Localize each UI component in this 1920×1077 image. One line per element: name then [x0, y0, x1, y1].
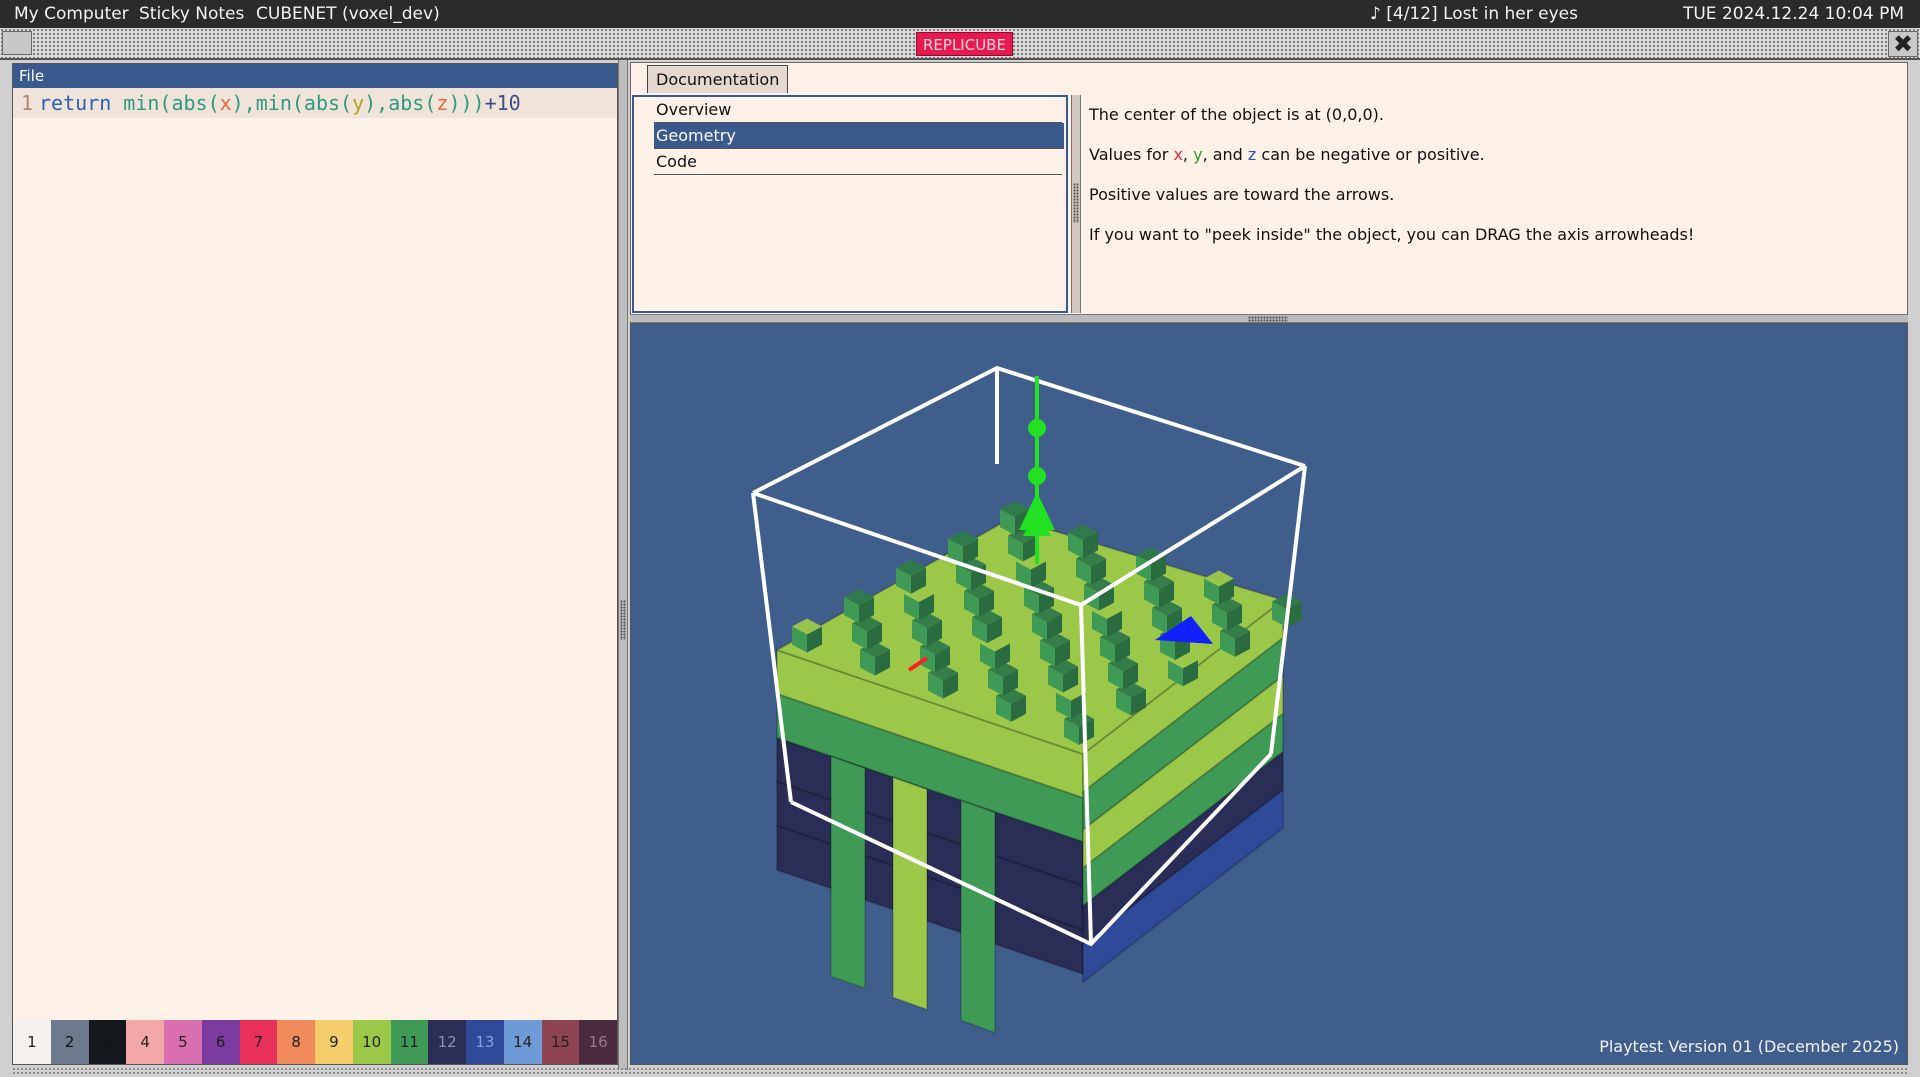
window-title-bar[interactable]: REPLICUBE ✖: [0, 28, 1920, 60]
window-title: REPLICUBE: [916, 32, 1013, 56]
code-token: +10: [484, 91, 521, 115]
voxel-scene[interactable]: [631, 324, 1908, 1065]
close-icon[interactable]: ✖: [1888, 31, 1918, 57]
3d-viewport[interactable]: Playtest Version 01 (December 2025): [630, 323, 1908, 1065]
palette-swatch-7[interactable]: 7: [239, 1020, 278, 1064]
palette-swatch-11[interactable]: 11: [390, 1020, 429, 1064]
palette-swatch-3[interactable]: 3: [88, 1020, 127, 1064]
palette-swatch-4[interactable]: 4: [126, 1020, 164, 1064]
menu-my-computer[interactable]: My Computer: [14, 4, 129, 24]
version-label: Playtest Version 01 (December 2025): [1599, 1037, 1899, 1056]
doc-content: The center of the object is at (0,0,0). …: [1083, 95, 1907, 313]
color-palette: 1 2 3 4 5 6 7 8 9 10 11 12 13 14 15 16: [13, 1020, 617, 1064]
code-var-y: y: [352, 91, 365, 115]
file-menu[interactable]: File: [13, 64, 617, 88]
voxel-left-stripe: [892, 776, 928, 1011]
clock: TUE 2024.12.24 10:04 PM: [1682, 4, 1904, 24]
voxel-left-stripe: [830, 754, 866, 990]
code-token: ),min(abs(: [231, 91, 353, 115]
tab-documentation[interactable]: Documentation: [647, 65, 789, 93]
window-menu-box[interactable]: [2, 31, 32, 55]
code-line[interactable]: 1 return min(abs(x),min(abs(y),abs(z)))+1…: [13, 88, 617, 118]
voxel-left-stripe: [960, 799, 996, 1034]
menu-sticky-notes[interactable]: Sticky Notes: [139, 4, 244, 24]
palette-swatch-1[interactable]: 1: [13, 1020, 51, 1064]
menu-cubenet[interactable]: CUBENET (voxel_dev): [256, 4, 440, 24]
code-var-x: x: [219, 91, 232, 115]
doc-text-span: can be negative or positive.: [1256, 145, 1485, 164]
palette-swatch-13[interactable]: 13: [466, 1020, 504, 1064]
palette-swatch-6[interactable]: 6: [201, 1020, 240, 1064]
code-var-z: z: [436, 91, 449, 115]
now-playing[interactable]: ♪ [4/12] Lost in her eyes: [1370, 4, 1578, 24]
splitter-grip[interactable]: [620, 600, 626, 640]
doc-topic-geometry[interactable]: Geometry: [654, 123, 1064, 149]
doc-text-span: ,: [1182, 145, 1194, 164]
documentation-panel: Documentation Overview Geometry Code The…: [630, 62, 1908, 320]
palette-swatch-15[interactable]: 15: [541, 1020, 580, 1064]
palette-swatch-9[interactable]: 9: [315, 1020, 353, 1064]
palette-swatch-8[interactable]: 8: [277, 1020, 315, 1064]
palette-swatch-14[interactable]: 14: [503, 1020, 542, 1064]
code-token: min(abs(: [123, 91, 220, 115]
palette-swatch-16[interactable]: 16: [579, 1020, 617, 1064]
splitter-grip[interactable]: [1073, 183, 1079, 223]
doc-var-y: y: [1193, 145, 1203, 164]
code-editor[interactable]: File 1 return min(abs(x),min(abs(y),abs(z…: [12, 63, 618, 1065]
bottom-scrollbar[interactable]: [12, 1067, 1908, 1075]
doc-splitter[interactable]: [1071, 95, 1081, 313]
code-keyword: return: [39, 91, 124, 115]
menu-bar: My Computer Sticky Notes CUBENET (voxel_…: [0, 0, 1920, 28]
doc-paragraph: Values for x, y, and z can be negative o…: [1089, 143, 1907, 166]
vertical-splitter[interactable]: [618, 60, 628, 1070]
axis-y-handle: [1028, 467, 1046, 485]
doc-var-x: x: [1173, 145, 1183, 164]
palette-swatch-12[interactable]: 12: [428, 1020, 466, 1064]
code-token: ))): [448, 91, 485, 115]
doc-text-span: Values for: [1089, 145, 1174, 164]
axis-y-handle: [1028, 419, 1046, 437]
doc-topic-list: Overview Geometry Code: [632, 95, 1068, 313]
palette-swatch-10[interactable]: 10: [352, 1020, 391, 1064]
palette-swatch-5[interactable]: 5: [164, 1020, 202, 1064]
splitter-grip[interactable]: [1248, 316, 1288, 322]
doc-paragraph: If you want to "peek inside" the object,…: [1089, 225, 1695, 244]
doc-paragraph: The center of the object is at (0,0,0).: [1089, 105, 1384, 124]
horizontal-splitter[interactable]: [630, 314, 1908, 323]
palette-swatch-2[interactable]: 2: [50, 1020, 89, 1064]
line-number: 1: [20, 91, 33, 115]
doc-text-span: , and: [1202, 145, 1248, 164]
doc-paragraph: Positive values are toward the arrows.: [1089, 185, 1395, 204]
doc-topic-overview[interactable]: Overview: [654, 97, 1062, 123]
code-token: ),abs(: [364, 91, 437, 115]
doc-topic-code[interactable]: Code: [654, 149, 1062, 175]
